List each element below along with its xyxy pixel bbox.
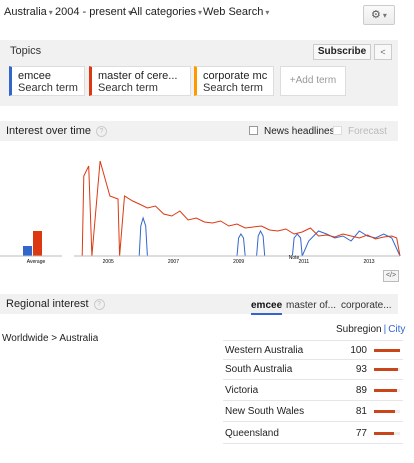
- term-name: corporate mc: [203, 70, 268, 82]
- city-option[interactable]: City: [388, 324, 405, 335]
- region-value: 100: [350, 345, 367, 356]
- tab-master-of-ceremonies[interactable]: master of...: [286, 300, 336, 311]
- divider: [223, 400, 403, 401]
- interest-over-time-title: Interest over time?: [6, 125, 107, 137]
- category-filter-label: All categories: [130, 6, 197, 18]
- chevron-down-icon: ▾: [265, 8, 270, 17]
- region-bar-track: [374, 368, 400, 371]
- regional-interest-label: Regional interest: [6, 298, 89, 310]
- subregion-option[interactable]: Subregion: [336, 324, 382, 335]
- x-axis: 2005 2007 2009 2011 2013: [0, 255, 400, 265]
- region-bar: [374, 432, 395, 435]
- average-bar: [23, 246, 32, 256]
- tab-emcee[interactable]: emcee: [251, 300, 283, 315]
- search-type-filter[interactable]: Web Search ▾: [203, 6, 269, 18]
- series-lines: [74, 160, 401, 257]
- forecast-toggle[interactable]: Forecast: [333, 126, 387, 137]
- chevron-down-icon: ▾: [198, 8, 203, 17]
- category-filter[interactable]: All categories ▾: [130, 6, 202, 18]
- embed-button[interactable]: </>: [383, 270, 399, 282]
- chevron-down-icon: ▾: [48, 8, 53, 17]
- search-term-emcee[interactable]: emcee Search term: [9, 66, 85, 96]
- chevron-down-icon: ▾: [382, 11, 387, 20]
- news-headlines-label: News headlines: [264, 126, 335, 137]
- region-value: 93: [355, 364, 367, 375]
- x-tick-label: 2013: [363, 259, 374, 265]
- x-tick-label: 2009: [233, 259, 244, 265]
- add-term-button[interactable]: +Add term: [280, 66, 346, 96]
- region-bar: [374, 349, 400, 352]
- tab-corporate-mc[interactable]: corporate...: [341, 300, 392, 311]
- region-name[interactable]: South Australia: [225, 364, 292, 375]
- average-bar: [33, 231, 42, 256]
- term-kind: Search term: [18, 82, 78, 94]
- series-line: [74, 160, 401, 257]
- separator: |: [383, 324, 387, 335]
- divider: [223, 421, 403, 422]
- region-bar-track: [374, 349, 400, 352]
- breadcrumb[interactable]: Worldwide > Australia: [2, 333, 98, 342]
- x-tick-label: 2011: [298, 259, 309, 265]
- share-icon: <: [380, 47, 386, 57]
- forecast-label: Forecast: [348, 126, 387, 137]
- subscribe-button[interactable]: Subscribe: [313, 44, 371, 60]
- interest-chart: 2005 2007 2009 2011 2013 Average Note: [0, 160, 401, 265]
- term-kind: Search term: [98, 82, 158, 94]
- divider: [223, 443, 403, 444]
- region-bar: [374, 389, 398, 392]
- region-bar-track: [374, 410, 400, 413]
- region-value: 89: [355, 385, 367, 396]
- period-filter[interactable]: 2004 - present ▾: [55, 6, 132, 18]
- x-tick-label: 2007: [168, 259, 179, 265]
- region-name[interactable]: Western Australia: [225, 345, 303, 356]
- period-filter-label: 2004 - present: [55, 6, 126, 18]
- share-button[interactable]: <: [374, 44, 392, 60]
- news-headlines-toggle[interactable]: News headlines: [249, 126, 335, 137]
- search-term-corporate-mc[interactable]: corporate mc Search term: [194, 66, 274, 96]
- divider: [223, 340, 403, 341]
- region-bar: [374, 410, 396, 413]
- topics-label: Topics: [10, 45, 42, 57]
- checkbox-icon: [333, 126, 342, 135]
- divider: [223, 379, 403, 380]
- region-bar: [374, 368, 399, 371]
- interest-over-time-label: Interest over time: [6, 125, 91, 137]
- help-icon[interactable]: ?: [93, 299, 105, 310]
- term-name: master of cere...: [98, 70, 178, 82]
- help-icon[interactable]: ?: [95, 126, 107, 137]
- settings-button[interactable]: ⚙ ▾: [363, 5, 395, 25]
- region-name[interactable]: Victoria: [225, 385, 258, 396]
- term-kind: Search term: [203, 82, 263, 94]
- region-filter-label: Australia: [4, 6, 47, 18]
- checkbox-icon: [249, 126, 258, 135]
- search-type-filter-label: Web Search: [203, 6, 264, 18]
- region-value: 77: [355, 428, 367, 439]
- region-filter[interactable]: Australia ▾: [4, 6, 53, 18]
- region-name[interactable]: Queensland: [225, 428, 279, 439]
- term-name: emcee: [18, 70, 52, 82]
- region-bar-track: [374, 389, 400, 392]
- search-term-master-of-ceremonies[interactable]: master of cere... Search term: [89, 66, 191, 96]
- regional-interest-title: Regional interest?: [6, 298, 105, 310]
- region-bar-track: [374, 432, 400, 435]
- average-bars: [23, 231, 42, 256]
- x-tick-label: 2005: [103, 259, 114, 265]
- region-value: 81: [355, 406, 367, 417]
- note-label[interactable]: Note: [289, 255, 300, 261]
- geo-level-toggle: Subregion | City: [336, 324, 405, 335]
- divider: [223, 359, 403, 360]
- average-label: Average: [27, 259, 46, 265]
- gear-icon: ⚙: [371, 9, 381, 21]
- region-name[interactable]: New South Wales: [225, 406, 304, 417]
